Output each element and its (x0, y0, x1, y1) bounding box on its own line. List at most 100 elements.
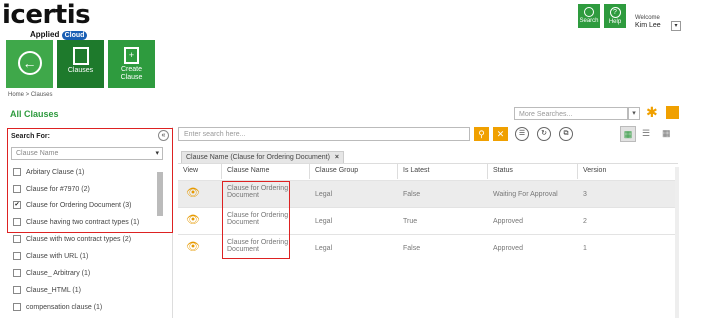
clause-name-line1: Clause for Ordering (227, 212, 289, 219)
more-searches-input[interactable]: More Searches... (514, 107, 628, 120)
cloud-label: Cloud (61, 31, 88, 40)
clause-group-cell: Legal (315, 191, 333, 198)
search-button[interactable]: ⚲ (474, 127, 489, 141)
create-clause-label: Create Clause (120, 66, 143, 81)
collapse-panel-icon[interactable]: « (158, 130, 169, 141)
arrow-left-icon: ← (17, 51, 42, 75)
clause-name-line1: Clause for Ordering (227, 185, 289, 192)
filter-item[interactable]: Clause with two contract types (2) (13, 235, 131, 243)
icertis-logo: icertis (2, 0, 91, 30)
checkbox[interactable] (13, 303, 21, 311)
filter-item-label: Clause with URL (1) (26, 252, 89, 260)
filter-item-label: Clause_ Arbitrary (1) (26, 269, 91, 277)
checkbox[interactable] (13, 286, 21, 294)
export-icon[interactable]: ⧉ (559, 127, 573, 141)
checkbox[interactable] (13, 269, 21, 277)
applied-label: Applied (30, 30, 60, 39)
filter-item[interactable]: Arbitary Clause (1) (13, 168, 84, 176)
checkbox[interactable] (13, 252, 21, 260)
clauses-tile-button[interactable]: Clauses (57, 40, 104, 88)
help-label: Help (608, 19, 622, 25)
col-status[interactable]: Status (493, 167, 513, 174)
column-divider (487, 163, 488, 179)
close-icon[interactable]: × (335, 154, 339, 161)
filter-scrollbar[interactable] (157, 172, 163, 216)
clause-name-line2: Document (227, 219, 259, 226)
column-divider (397, 163, 398, 179)
more-searches-dropdown[interactable]: ▾ (628, 107, 640, 120)
col-is-latest[interactable]: Is Latest (403, 167, 429, 174)
checkbox[interactable] (13, 235, 21, 243)
grid-view-icon[interactable]: ▦ (620, 126, 636, 142)
grid-scrollbar[interactable] (675, 167, 679, 318)
clauses-tile-label: Clauses (67, 67, 94, 74)
clause-name-cell[interactable]: Clause for Ordering Document (227, 212, 288, 226)
checkbox[interactable] (13, 168, 21, 176)
back-tile-button[interactable]: ← (6, 40, 53, 88)
search-top-button[interactable]: Search (578, 4, 600, 28)
clipboard-icon (72, 47, 89, 65)
view-eye-icon[interactable]: 👁 (186, 213, 200, 226)
col-clause-group[interactable]: Clause Group (315, 167, 358, 174)
clause-name-cell[interactable]: Clause for Ordering Document (227, 185, 288, 199)
filter-item[interactable]: Clause_ Arbitrary (1) (13, 269, 90, 277)
column-divider (309, 163, 310, 179)
create-clause-tile-button[interactable]: + Create Clause (108, 40, 155, 88)
filter-item-label: Clause having two contract types (1) (26, 218, 140, 226)
search-top-label: Search (579, 18, 599, 24)
filter-item-label: Clause with two contract types (2) (26, 235, 132, 243)
status-cell: Approved (493, 245, 523, 252)
filter-item-label: Clause for Ordering Document (3) (26, 201, 132, 209)
clause-name-line1: Clause for Ordering (227, 239, 289, 246)
search-for-label: Search For: (11, 133, 50, 140)
tile-view-icon[interactable]: ▦ (662, 128, 671, 139)
page-title: All Clauses (10, 109, 59, 119)
refresh-icon[interactable]: ↻ (537, 127, 551, 141)
list-icon[interactable]: ☰ (515, 127, 529, 141)
clause-name-cell[interactable]: Clause for Ordering Document (227, 239, 288, 253)
clause-group-cell: Legal (315, 245, 333, 252)
breadcrumb: Home > Clauses (8, 92, 53, 98)
col-view[interactable]: View (183, 167, 198, 174)
is-latest-cell: False (403, 245, 421, 252)
welcome-label: Welcome (635, 15, 660, 21)
view-eye-icon[interactable]: 👁 (186, 240, 200, 253)
view-eye-icon[interactable]: 👁 (186, 186, 200, 199)
filter-field-select[interactable]: Clause Name ▾ (11, 147, 163, 160)
checkbox[interactable] (13, 218, 21, 226)
filter-item[interactable]: ✔ Clause for Ordering Document (3) (13, 201, 131, 209)
save-icon[interactable] (666, 106, 679, 119)
grid-search-input[interactable]: Enter search here... (178, 127, 470, 141)
create-doc-icon: + (124, 47, 139, 64)
checkbox-checked[interactable]: ✔ (13, 201, 21, 209)
filter-item-label: Clause_HTML (1) (26, 286, 81, 294)
help-icon: ? (609, 7, 621, 18)
filter-chip-label: Clause Name (Clause for Ordering Documen… (186, 154, 330, 161)
user-menu-dropdown[interactable]: ▾ (671, 21, 681, 31)
filter-item[interactable]: Clause_HTML (1) (13, 286, 81, 294)
filter-item[interactable]: Clause for #7970 (2) (13, 185, 90, 193)
star-icon[interactable]: ✱ (646, 104, 658, 121)
clause-name-line2: Document (227, 192, 259, 199)
filter-item[interactable]: Clause with URL (1) (13, 252, 88, 260)
clause-group-cell: Legal (315, 218, 333, 225)
status-cell: Waiting For Approval (493, 191, 558, 198)
chevron-down-icon: ▾ (155, 150, 159, 157)
col-clause-name[interactable]: Clause Name (227, 167, 269, 174)
col-version[interactable]: Version (583, 167, 606, 174)
filter-item[interactable]: compensation clause (1) (13, 303, 102, 311)
clear-button[interactable]: ✕ (493, 127, 508, 141)
list-view-icon[interactable]: ☰ (642, 128, 650, 139)
version-cell: 3 (583, 191, 587, 198)
version-cell: 2 (583, 218, 587, 225)
user-name[interactable]: Kim Lee (635, 22, 661, 29)
help-button[interactable]: ? Help (604, 4, 626, 28)
checkbox[interactable] (13, 185, 21, 193)
is-latest-cell: True (403, 218, 418, 225)
status-cell: Approved (493, 218, 523, 225)
column-divider (577, 163, 578, 179)
filter-item[interactable]: Clause having two contract types (1) (13, 218, 139, 226)
is-latest-cell: False (403, 191, 421, 198)
filter-item-label: Arbitary Clause (1) (26, 168, 85, 176)
search-icon (584, 7, 594, 17)
